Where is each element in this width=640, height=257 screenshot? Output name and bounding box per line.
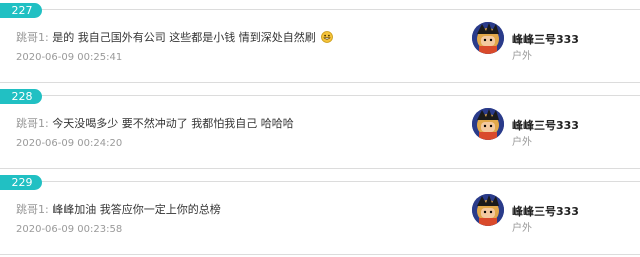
speaker-label: 跳哥1: (16, 117, 49, 130)
user-location: 户外 (512, 137, 532, 148)
comment-item: 227 跳哥1: 是的 我自己国外有公司 这些都是小钱 情到深处自然刷 2020… (0, 0, 640, 83)
avatar[interactable] (472, 22, 504, 54)
divider (0, 9, 640, 10)
username[interactable]: 峰峰三号333 (512, 117, 579, 133)
floor-badge: 227 (0, 3, 42, 18)
timestamp: 2020-06-09 00:24:20 (16, 138, 123, 149)
user-info[interactable]: 峰峰三号333 户外 (472, 194, 640, 238)
comment-text: 跳哥1: 峰峰加油 我答应你一定上你的总榜 (16, 202, 460, 218)
speaker-label: 跳哥1: (16, 31, 49, 44)
avatar[interactable] (472, 194, 504, 226)
comment-item: 228 跳哥1: 今天没喝多少 要不然冲动了 我都怕我自己 哈哈哈 2020-0… (0, 86, 640, 169)
message-text: 峰峰加油 我答应你一定上你的总榜 (52, 203, 221, 216)
message-text: 是的 我自己国外有公司 这些都是小钱 情到深处自然刷 (52, 31, 316, 44)
user-info[interactable]: 峰峰三号333 户外 (472, 108, 640, 152)
comment-item: 229 跳哥1: 峰峰加油 我答应你一定上你的总榜 2020-06-09 00:… (0, 172, 640, 255)
comment-text: 跳哥1: 今天没喝多少 要不然冲动了 我都怕我自己 哈哈哈 (16, 116, 460, 132)
divider (0, 181, 640, 182)
grin-emoji-icon (321, 31, 334, 43)
floor-badge: 229 (0, 175, 42, 190)
timestamp: 2020-06-09 00:23:58 (16, 224, 123, 235)
user-info[interactable]: 峰峰三号333 户外 (472, 22, 640, 66)
comment-list: 227 跳哥1: 是的 我自己国外有公司 这些都是小钱 情到深处自然刷 2020… (0, 0, 640, 257)
username[interactable]: 峰峰三号333 (512, 31, 579, 47)
message-text: 今天没喝多少 要不然冲动了 我都怕我自己 哈哈哈 (52, 117, 294, 130)
user-location: 户外 (512, 51, 532, 62)
floor-badge: 228 (0, 89, 42, 104)
divider (0, 95, 640, 96)
avatar[interactable] (472, 108, 504, 140)
speaker-label: 跳哥1: (16, 203, 49, 216)
user-location: 户外 (512, 223, 532, 234)
comment-text: 跳哥1: 是的 我自己国外有公司 这些都是小钱 情到深处自然刷 (16, 30, 460, 46)
timestamp: 2020-06-09 00:25:41 (16, 52, 123, 63)
username[interactable]: 峰峰三号333 (512, 203, 579, 219)
